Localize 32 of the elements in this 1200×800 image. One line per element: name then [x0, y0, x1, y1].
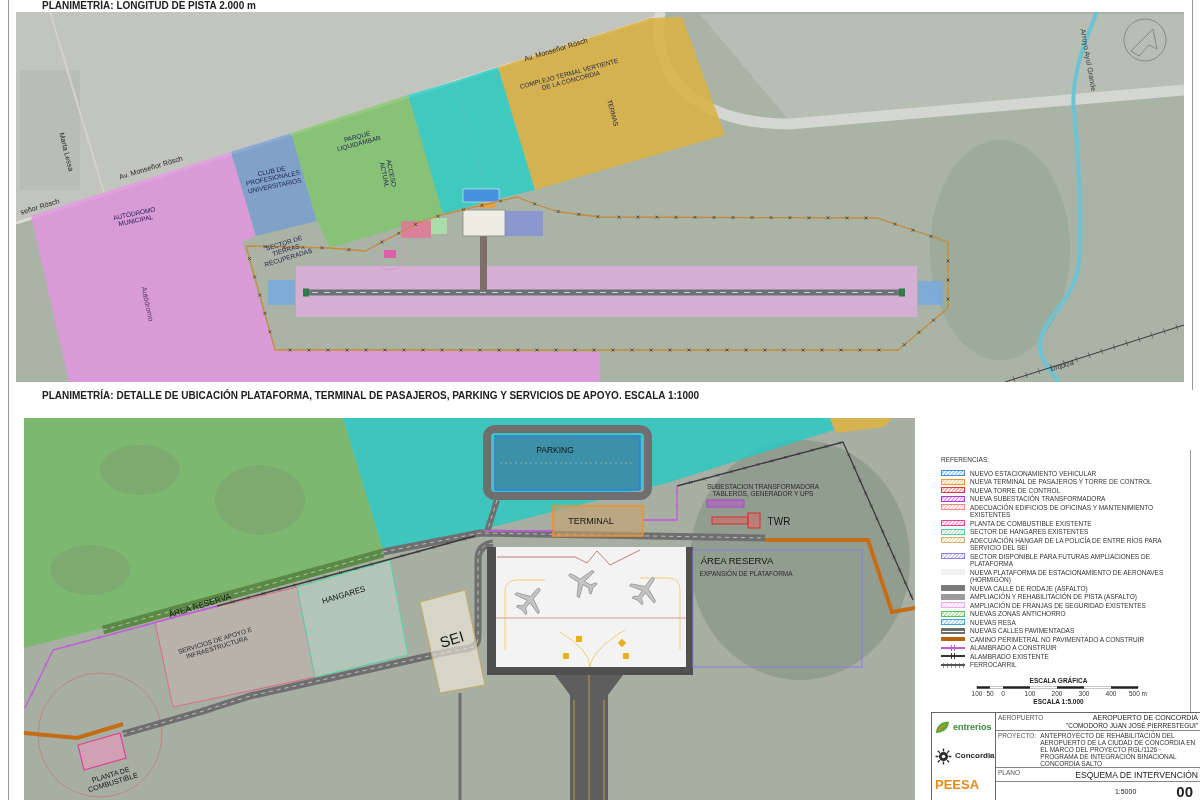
substation	[706, 499, 745, 508]
logo-wordmark: PEESA	[935, 778, 980, 793]
building-area	[401, 221, 431, 238]
sheet-title: ESQUEMA DE INTERVENCIÓN	[1075, 770, 1198, 780]
area-label: PARKING	[536, 446, 574, 456]
reserve-area	[505, 211, 543, 236]
airplane-icon	[629, 577, 656, 606]
plan-title: PLANIMETRÍA: LONGITUD DE PISTA 2.000 m	[42, 0, 256, 12]
logo-wordmark: entrerios	[953, 721, 992, 733]
sheet-number: 00	[1176, 784, 1193, 799]
plan-title: PLANIMETRÍA: DETALLE DE UBICACIÓN PLATAFORMA, TERMINAL DE PASAJEROS, PARKING Y SERVICIOS DE APOYO. ESCALA 1:1000	[42, 390, 700, 402]
airplane-icon	[568, 570, 598, 599]
parking-lot	[462, 188, 500, 203]
area-label: ÁREA RESERVA	[700, 555, 774, 567]
leaf-logo-icon	[935, 720, 950, 734]
sun-emblem-icon	[935, 747, 952, 765]
safety-radius-circle	[373, 237, 407, 271]
logo-wordmark: Concordia	[955, 751, 995, 761]
apron	[462, 209, 506, 237]
taxiway	[480, 236, 487, 290]
new-fence	[642, 485, 679, 522]
area-label: SEI	[438, 628, 466, 652]
area-label: TWR	[767, 516, 791, 528]
resa-area	[918, 281, 943, 305]
airplane-icon	[514, 587, 541, 615]
fuel-plant	[384, 250, 396, 258]
hangar-area	[431, 218, 447, 234]
terminal-building	[479, 203, 495, 208]
area-label: TERMINAL	[568, 515, 614, 527]
new-fence	[483, 529, 554, 533]
control-tower	[711, 512, 761, 529]
resa-area	[268, 280, 295, 305]
